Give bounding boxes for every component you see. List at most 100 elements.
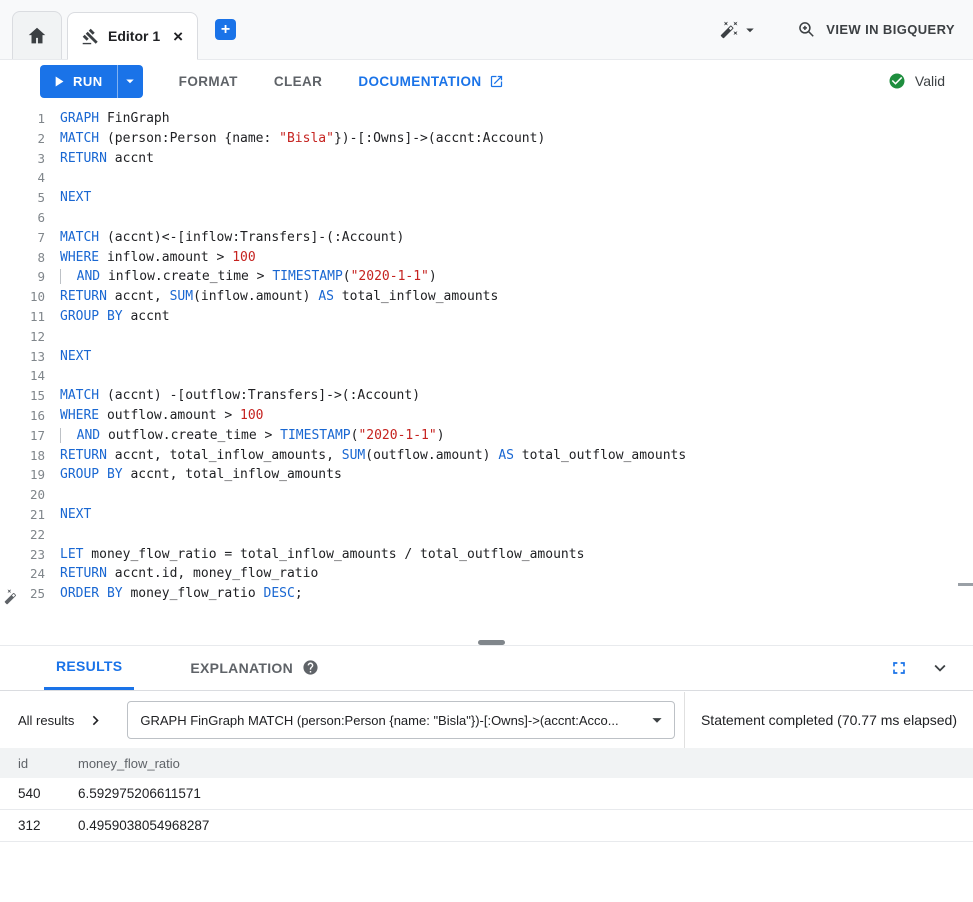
code-line-text: MATCH (person:Person {name: "Bisla"})-[:… [45, 129, 545, 149]
line-number: 13 [0, 347, 45, 367]
view-in-bigquery-label: VIEW IN BIGQUERY [826, 22, 955, 37]
code-line-text: GROUP BY accnt, total_inflow_amounts [45, 465, 342, 485]
code-line[interactable]: 4 [0, 168, 973, 188]
format-button[interactable]: FORMAT [179, 74, 238, 89]
run-split-button: RUN [40, 65, 143, 98]
home-icon [26, 25, 48, 47]
line-number: 12 [0, 327, 45, 347]
line-number: 4 [0, 168, 45, 188]
code-line[interactable]: 14 [0, 366, 973, 386]
code-line-text [45, 366, 60, 386]
line-number: 2 [0, 129, 45, 149]
documentation-label: DOCUMENTATION [358, 74, 481, 89]
line-number: 19 [0, 465, 45, 485]
statement-select[interactable]: GRAPH FinGraph MATCH (person:Person {nam… [127, 701, 675, 739]
chevron-right-icon [86, 711, 105, 730]
table-row: 3120.4959038054968287 [0, 810, 973, 842]
collapse-panel-icon[interactable] [929, 657, 951, 679]
code-line[interactable]: 2MATCH (person:Person {name: "Bisla"})-[… [0, 129, 973, 149]
code-line-text: WHERE outflow.amount > 100 [45, 406, 264, 426]
code-line-text [45, 485, 60, 505]
code-line-text: RETURN accnt.id, money_flow_ratio [45, 564, 318, 584]
tab-home[interactable] [12, 11, 62, 59]
play-icon [50, 73, 67, 90]
code-line[interactable]: 25ORDER BY money_flow_ratio DESC; [0, 584, 973, 604]
code-line[interactable]: 9 AND inflow.create_time > TIMESTAMP("20… [0, 267, 973, 287]
results-toolbar: All results GRAPH FinGraph MATCH (person… [0, 692, 973, 748]
external-link-icon [489, 74, 504, 89]
table-row: 5406.592975206611571 [0, 778, 973, 810]
code-line[interactable]: 22 [0, 525, 973, 545]
line-number: 21 [0, 505, 45, 525]
code-line[interactable]: 21NEXT [0, 505, 973, 525]
code-line[interactable]: 17 AND outflow.create_time > TIMESTAMP("… [0, 426, 973, 446]
dropdown-caret-icon [121, 72, 139, 90]
documentation-button[interactable]: DOCUMENTATION [358, 74, 503, 89]
code-line-text: NEXT [45, 505, 91, 525]
code-line-text: NEXT [45, 188, 91, 208]
query-assist-menu-button[interactable] [720, 20, 759, 39]
results-table-body: 5406.5929752066115713120.495903805496828… [0, 778, 973, 842]
code-line-text: MATCH (accnt)<-[inflow:Transfers]-(:Acco… [45, 228, 404, 248]
assist-pencil-icon[interactable] [4, 588, 21, 605]
code-line-text [45, 525, 60, 545]
table-cell: 312 [0, 818, 60, 833]
run-options-button[interactable] [117, 65, 143, 98]
code-line-text: ORDER BY money_flow_ratio DESC; [45, 584, 303, 604]
statement-select-value: GRAPH FinGraph MATCH (person:Person {nam… [140, 713, 618, 728]
tab-results[interactable]: RESULTS [44, 645, 134, 690]
code-line[interactable]: 7MATCH (accnt)<-[inflow:Transfers]-(:Acc… [0, 228, 973, 248]
table-cell: 0.4959038054968287 [60, 818, 973, 833]
code-line[interactable]: 24RETURN accnt.id, money_flow_ratio [0, 564, 973, 584]
code-line[interactable]: 5NEXT [0, 188, 973, 208]
line-number: 9 [0, 267, 45, 287]
code-line[interactable]: 11GROUP BY accnt [0, 307, 973, 327]
code-editor[interactable]: 1GRAPH FinGraph2MATCH (person:Person {na… [0, 102, 973, 645]
code-line[interactable]: 23LET money_flow_ratio = total_inflow_am… [0, 545, 973, 565]
tab-strip-actions: VIEW IN BIGQUERY [720, 20, 973, 39]
chevron-down-icon [741, 21, 759, 39]
column-header: id [0, 756, 60, 771]
code-line[interactable]: 20 [0, 485, 973, 505]
tab-editor-1[interactable]: Editor 1 × [67, 12, 198, 60]
line-number: 5 [0, 188, 45, 208]
code-line[interactable]: 18RETURN accnt, total_inflow_amounts, SU… [0, 446, 973, 466]
code-line-text: GRAPH FinGraph [45, 109, 170, 129]
code-line-text: AND inflow.create_time > TIMESTAMP("2020… [45, 267, 437, 287]
view-in-bigquery-button[interactable]: VIEW IN BIGQUERY [797, 20, 955, 39]
code-line[interactable]: 8WHERE inflow.amount > 100 [0, 248, 973, 268]
column-header: money_flow_ratio [60, 756, 973, 771]
code-line[interactable]: 1GRAPH FinGraph [0, 109, 973, 129]
run-button-label: RUN [73, 74, 103, 89]
clear-button[interactable]: CLEAR [274, 74, 323, 89]
code-line[interactable]: 16WHERE outflow.amount > 100 [0, 406, 973, 426]
code-line-text [45, 208, 60, 228]
line-number: 6 [0, 208, 45, 228]
validation-status: Valid [888, 72, 957, 90]
code-line[interactable]: 6 [0, 208, 973, 228]
code-line[interactable]: 10RETURN accnt, SUM(inflow.amount) AS to… [0, 287, 973, 307]
bigquery-magnifier-icon [797, 20, 816, 39]
code-line[interactable]: 3RETURN accnt [0, 149, 973, 169]
code-line[interactable]: 13NEXT [0, 347, 973, 367]
close-tab-icon[interactable]: × [173, 28, 183, 45]
help-icon[interactable] [302, 659, 319, 676]
code-lines: 1GRAPH FinGraph2MATCH (person:Person {na… [0, 109, 973, 604]
line-number: 8 [0, 248, 45, 268]
code-line-text: MATCH (accnt) -[outflow:Transfers]->(:Ac… [45, 386, 420, 406]
all-results-breadcrumb[interactable]: All results [18, 711, 105, 730]
results-panel-header: RESULTS EXPLANATION [0, 645, 973, 691]
run-button[interactable]: RUN [40, 65, 117, 98]
code-line-text: LET money_flow_ratio = total_inflow_amou… [45, 545, 584, 565]
code-line-text [45, 327, 60, 347]
line-number: 17 [0, 426, 45, 446]
scrollbar-thumb[interactable] [958, 583, 973, 586]
add-tab-button[interactable]: + [215, 19, 236, 40]
fullscreen-icon[interactable] [889, 658, 909, 678]
code-line[interactable]: 12 [0, 327, 973, 347]
editor-toolbar: RUN FORMAT CLEAR DOCUMENTATION Valid [0, 60, 973, 102]
code-line[interactable]: 19GROUP BY accnt, total_inflow_amounts [0, 465, 973, 485]
code-line[interactable]: 15MATCH (accnt) -[outflow:Transfers]->(:… [0, 386, 973, 406]
gavel-icon [82, 28, 99, 45]
tab-explanation[interactable]: EXPLANATION [178, 645, 331, 690]
